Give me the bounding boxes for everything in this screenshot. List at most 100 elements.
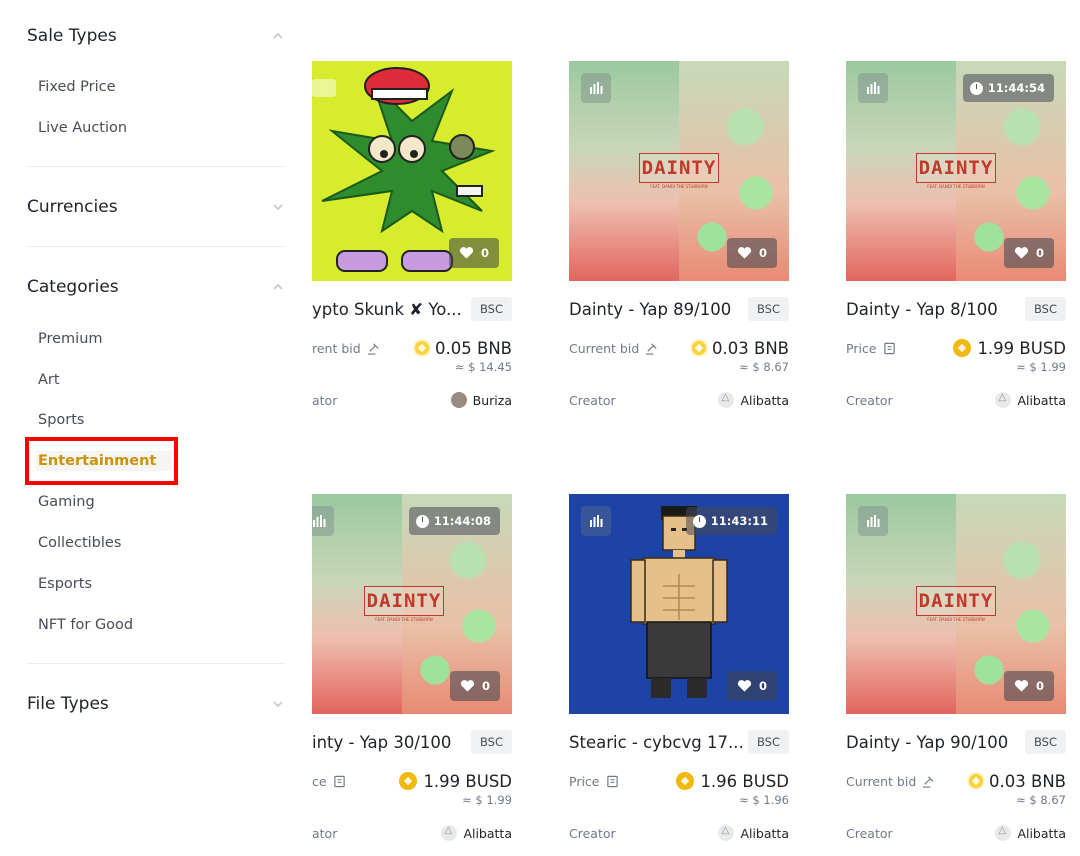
- price-label: Price: [569, 774, 619, 789]
- dainty-subtitle: FEAT. DANDI THE STUBBORN: [650, 184, 708, 189]
- heart-icon: [1014, 247, 1029, 259]
- busd-coin-icon: [399, 772, 418, 790]
- fiat-value: ≈ $ 1.99: [462, 793, 512, 807]
- chain-badge: BSC: [747, 297, 789, 321]
- auction-timer: 11:44:08: [408, 507, 500, 535]
- nft-card[interactable]: DAINTY FEAT. DANDI THE STUBBORN 0 Dainty…: [569, 61, 789, 421]
- creator-link[interactable]: Alibatta: [995, 392, 1066, 408]
- creator-label: ator: [312, 392, 338, 408]
- auction-timer: 11:44:54: [962, 74, 1054, 102]
- price-amount: 1.96 BUSD: [700, 771, 789, 791]
- avatar: [995, 825, 1012, 841]
- creator-label: Creator: [846, 825, 893, 841]
- busd-coin-icon: [676, 772, 695, 790]
- chain-badge: BSC: [1024, 730, 1066, 754]
- creator-name: Buriza: [472, 392, 512, 408]
- creator-row: ator Alibatta: [312, 822, 512, 844]
- price-amount: 1.99 BUSD: [977, 338, 1066, 358]
- dainty-logo: DAINTY: [639, 153, 719, 183]
- like-button[interactable]: 0: [726, 671, 777, 701]
- price-value: 1.96 BUSD: [676, 772, 789, 791]
- dainty-logo: DAINTY: [916, 153, 996, 183]
- nft-title[interactable]: Dainty - Yap 89/100: [569, 300, 731, 319]
- timer-text: 11:44:54: [987, 81, 1045, 95]
- auction-timer: 11:43:11: [685, 507, 777, 535]
- creator-label: ator: [312, 825, 338, 841]
- price-label: ce: [312, 774, 346, 789]
- heart-icon: [1014, 680, 1029, 692]
- avatar: [995, 392, 1012, 408]
- nft-thumbnail[interactable]: DAINTY FEAT. DANDI THE STUBBORN 11:44:54…: [846, 61, 1066, 281]
- nft-thumbnail[interactable]: DAINTY FEAT. DANDI THE STUBBORN 0: [846, 494, 1066, 714]
- creator-name: Alibatta: [463, 825, 512, 841]
- price-value: 1.99 BUSD: [953, 339, 1066, 358]
- gavel-icon: [367, 342, 379, 355]
- bnb-coin-icon: [692, 341, 707, 355]
- heart-icon: [460, 680, 475, 692]
- nft-card[interactable]: 11:43:11 0 Stearic - cybcvg 17... BSC Pr…: [569, 494, 789, 854]
- avatar: [441, 825, 458, 841]
- dainty-subtitle: FEAT. DANDI THE STUBBORN: [927, 184, 985, 189]
- like-button[interactable]: 0: [449, 671, 500, 701]
- timer-text: 11:44:08: [433, 514, 491, 528]
- like-button[interactable]: 0: [726, 238, 777, 268]
- clock-icon: [969, 81, 983, 95]
- bnb-coin-icon: [415, 341, 430, 355]
- heart-icon: [737, 247, 752, 259]
- creator-row: Creator Alibatta: [569, 389, 789, 411]
- fiat-value: ≈ $ 1.96: [739, 793, 789, 807]
- like-count: 0: [480, 246, 489, 260]
- nft-grid: 0 ypto Skunk ✘ Yo... BSC rent bid 0.05 B…: [0, 0, 1080, 856]
- nft-card[interactable]: 0 ypto Skunk ✘ Yo... BSC rent bid 0.05 B…: [312, 61, 512, 421]
- price-label-text: Current bid: [846, 773, 917, 789]
- price-row: Price 1.96 BUSD: [569, 770, 789, 792]
- bnb-coin-icon: [969, 774, 984, 788]
- like-count: 0: [758, 679, 767, 693]
- avatar: [718, 825, 735, 841]
- like-button[interactable]: 0: [1003, 671, 1054, 701]
- audio-file-badge: [581, 506, 611, 536]
- nft-title[interactable]: Stearic - cybcvg 17...: [569, 733, 744, 752]
- chain-badge: BSC: [470, 297, 512, 321]
- nft-card[interactable]: DAINTY FEAT. DANDI THE STUBBORN 11:44:08…: [312, 494, 512, 854]
- like-button[interactable]: 0: [448, 238, 499, 268]
- creator-name: Alibatta: [1017, 825, 1066, 841]
- nft-card[interactable]: DAINTY FEAT. DANDI THE STUBBORN 0 Dainty…: [846, 494, 1066, 854]
- price-amount: 0.03 BNB: [712, 338, 789, 358]
- creator-label: Creator: [846, 392, 893, 408]
- creator-link[interactable]: Alibatta: [718, 825, 789, 841]
- price-amount: 0.05 BNB: [435, 338, 512, 358]
- nft-thumbnail[interactable]: DAINTY FEAT. DANDI THE STUBBORN 11:44:08…: [312, 494, 512, 714]
- nft-thumbnail[interactable]: 11:43:11 0: [569, 494, 789, 714]
- clock-icon: [692, 514, 706, 528]
- nft-title[interactable]: inty - Yap 30/100: [312, 733, 451, 752]
- nft-title[interactable]: Dainty - Yap 90/100: [846, 733, 1008, 752]
- creator-link[interactable]: Alibatta: [995, 825, 1066, 841]
- creator-link[interactable]: Alibatta: [718, 392, 789, 408]
- nft-thumbnail[interactable]: DAINTY FEAT. DANDI THE STUBBORN 0: [569, 61, 789, 281]
- nft-card[interactable]: DAINTY FEAT. DANDI THE STUBBORN 11:44:54…: [846, 61, 1066, 421]
- price-row: Price 1.99 BUSD: [846, 337, 1066, 359]
- fiat-value: ≈ $ 14.45: [454, 360, 512, 374]
- card-title-row: Dainty - Yap 90/100 BSC: [846, 728, 1066, 756]
- price-tag-icon: [883, 342, 895, 354]
- price-label: Price: [846, 341, 896, 356]
- dainty-logo: DAINTY: [916, 586, 996, 616]
- creator-row: Creator Alibatta: [846, 822, 1066, 844]
- nft-thumbnail[interactable]: 0: [312, 61, 512, 281]
- price-label-text: Current bid: [569, 340, 640, 356]
- creator-link[interactable]: Alibatta: [441, 825, 512, 841]
- nft-title[interactable]: ypto Skunk ✘ Yo...: [312, 300, 462, 319]
- price-amount: 1.99 BUSD: [423, 771, 512, 791]
- creator-link[interactable]: Buriza: [450, 392, 512, 408]
- creator-row: ator Buriza: [312, 389, 512, 411]
- card-title-row: Dainty - Yap 89/100 BSC: [569, 295, 789, 323]
- heart-icon: [459, 247, 474, 259]
- price-label-text: Price: [569, 773, 600, 789]
- price-label-text: Price: [846, 340, 877, 356]
- price-tag-icon: [606, 775, 618, 787]
- card-title-row: Dainty - Yap 8/100 BSC: [846, 295, 1066, 323]
- creator-label: Creator: [569, 825, 616, 841]
- nft-title[interactable]: Dainty - Yap 8/100: [846, 300, 998, 319]
- like-button[interactable]: 0: [1003, 238, 1054, 268]
